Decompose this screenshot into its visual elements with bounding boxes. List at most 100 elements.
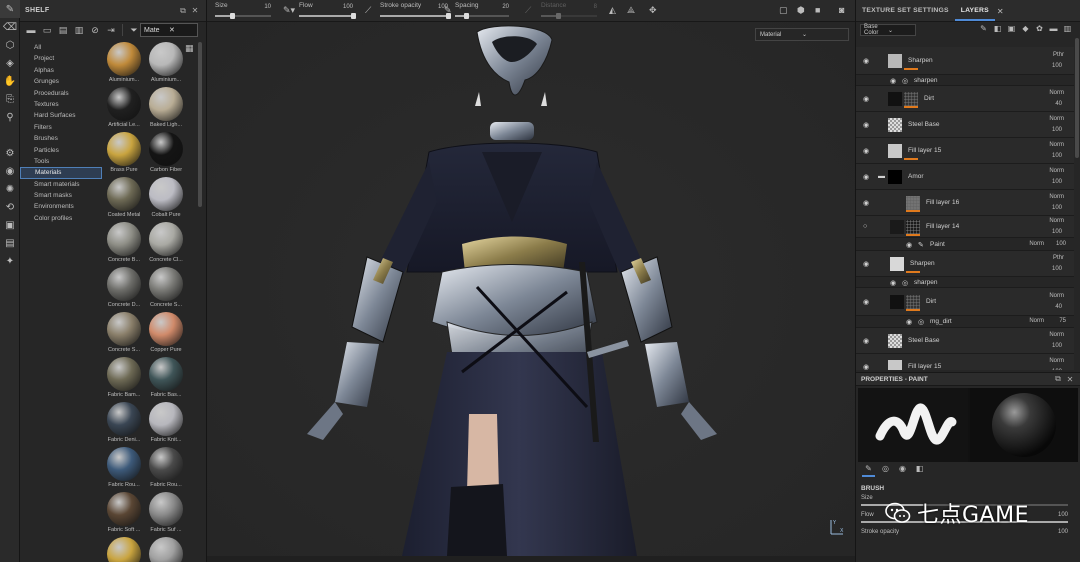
material-thumbnail[interactable]: Concrete D...: [104, 267, 144, 312]
layer-row[interactable]: ◉ Fill layer 15 Norm 100: [856, 138, 1074, 164]
visibility-eye-icon[interactable]: ◉: [863, 337, 869, 345]
category-particles[interactable]: Particles: [20, 145, 102, 156]
layer-row[interactable]: ○ Fill layer 14 Norm 100: [856, 216, 1074, 238]
brush-tab-icon[interactable]: ✎: [862, 464, 875, 477]
layer-name[interactable]: Amor: [908, 173, 924, 180]
category-textures[interactable]: Textures: [20, 99, 102, 110]
clone-tool-icon[interactable]: ⎘: [0, 90, 20, 108]
visibility-eye-icon[interactable]: ◉: [863, 147, 869, 155]
material-thumbnail[interactable]: Brass Pure: [104, 132, 144, 177]
smudge-tool-icon[interactable]: ✋: [0, 72, 20, 90]
layer-effect-row[interactable]: ◉ ✎ Paint Norm 100: [856, 238, 1074, 251]
geometry-mask-tool-icon[interactable]: ◈: [0, 54, 20, 72]
blend-mode[interactable]: Norm: [1049, 168, 1064, 174]
material-thumbnail[interactable]: Coated Metal: [104, 177, 144, 222]
clear-filter-icon[interactable]: ✕: [169, 26, 194, 34]
layer-row[interactable]: ◉ Fill layer 15 Norm 100: [856, 354, 1074, 370]
material-thumbnail[interactable]: Concrete S...: [146, 267, 186, 312]
add-layer-icon[interactable]: ▣: [1006, 24, 1017, 33]
alpha-tab-icon[interactable]: ◎: [879, 464, 892, 477]
material-thumbnail[interactable]: Baked Ligh...: [146, 87, 186, 132]
layer-opacity[interactable]: 100: [1052, 266, 1062, 272]
flow-slider[interactable]: Flow 100: [299, 1, 356, 21]
effect-name[interactable]: sharpen: [914, 77, 938, 84]
blend-mode[interactable]: Norm: [1049, 358, 1064, 364]
layer-opacity[interactable]: 100: [1052, 153, 1062, 159]
layer-opacity[interactable]: 100: [1052, 229, 1062, 235]
export-icon[interactable]: ▤: [0, 234, 20, 252]
layer-opacity[interactable]: 100: [1052, 343, 1062, 349]
filter-icon[interactable]: ⏷: [127, 23, 141, 37]
effect-visibility-icon[interactable]: ◉: [890, 279, 896, 287]
layer-opacity[interactable]: 100: [1052, 63, 1062, 69]
lazy-mouse-icon[interactable]: ✎: [444, 5, 452, 16]
video-icon[interactable]: ■: [815, 5, 820, 15]
log-icon[interactable]: ▣: [0, 216, 20, 234]
material-thumbnail[interactable]: Fabric Rou...: [146, 447, 186, 492]
category-alphas[interactable]: Alphas: [20, 65, 102, 76]
category-environments[interactable]: Environments: [20, 201, 102, 212]
category-smart-materials[interactable]: Smart materials: [20, 179, 102, 190]
layer-name[interactable]: Dirt: [924, 95, 934, 102]
effect-name[interactable]: mg_dirt: [930, 318, 952, 325]
layer-row[interactable]: ◉ Dirt Norm 40: [856, 86, 1074, 112]
pressure-pen-icon[interactable]: ⟋: [365, 5, 371, 16]
material-thumbnail[interactable]: Concrete Cl...: [146, 222, 186, 267]
material-thumbnail[interactable]: Fabric Bam...: [104, 357, 144, 402]
effect-name[interactable]: sharpen: [914, 279, 938, 286]
visibility-eye-icon[interactable]: ◉: [863, 260, 869, 268]
material-thumbnail[interactable]: Fabric Knit...: [146, 402, 186, 447]
layer-name[interactable]: Sharpen: [910, 260, 935, 267]
visibility-eye-icon[interactable]: ◉: [863, 298, 869, 306]
blend-mode[interactable]: Norm: [1049, 90, 1064, 96]
material-thumbnail[interactable]: Fabric Soft ...: [104, 492, 144, 537]
layer-mask-thumbnail[interactable]: [906, 295, 920, 309]
layer-row[interactable]: ◉ ▬ Amor Norm 100: [856, 164, 1074, 190]
layer-mask-thumbnail[interactable]: [906, 196, 920, 210]
post-process-icon[interactable]: ✺: [0, 180, 20, 198]
material-thumbnail[interactable]: Copper Pure: [146, 312, 186, 357]
layer-name[interactable]: Fill layer 16: [926, 199, 959, 206]
visibility-eye-icon[interactable]: ◉: [863, 57, 869, 65]
blend-mode[interactable]: Pthr: [1053, 255, 1064, 261]
effect-opacity[interactable]: 100: [1056, 241, 1066, 247]
category-project[interactable]: Project: [20, 53, 102, 64]
layers-scrollbar[interactable]: [1075, 38, 1079, 158]
stencil-tab-icon[interactable]: ◉: [896, 464, 909, 477]
effect-visibility-icon[interactable]: ◉: [906, 318, 912, 326]
delete-layer-icon[interactable]: ▥: [1062, 24, 1073, 33]
category-grunges[interactable]: Grunges: [20, 76, 102, 87]
lazy-mouse-toggle-icon[interactable]: ⟋: [525, 5, 531, 16]
layer-mask-thumbnail[interactable]: [904, 92, 918, 106]
category-filters[interactable]: Filters: [20, 122, 102, 133]
category-materials[interactable]: Materials: [20, 167, 102, 179]
hide-icon[interactable]: ⊘: [88, 23, 102, 37]
layer-name[interactable]: Sharpen: [908, 57, 933, 64]
material-thumbnail[interactable]: Fabric Rou...: [104, 447, 144, 492]
trash-icon[interactable]: ▥: [72, 23, 86, 37]
material-thumbnail[interactable]: Cobalt Pure: [146, 177, 186, 222]
category-smart-masks[interactable]: Smart masks: [20, 190, 102, 201]
blend-mode[interactable]: Norm: [1049, 194, 1064, 200]
layer-channel-dropdown[interactable]: Base Color ⌄: [860, 24, 916, 36]
filter-chip[interactable]: Mate ✕: [140, 23, 198, 37]
effect-blend-mode[interactable]: Norm: [1029, 318, 1044, 324]
layer-row[interactable]: ◉ Sharpen Pthr 100: [856, 251, 1074, 277]
effect-opacity[interactable]: 75: [1059, 318, 1066, 324]
category-procedurals[interactable]: Procedurals: [20, 88, 102, 99]
layer-name[interactable]: Dirt: [926, 298, 936, 305]
fill-layer-icon[interactable]: ◆: [1020, 24, 1031, 33]
layer-opacity[interactable]: 100: [1052, 179, 1062, 185]
layer-row[interactable]: ◉ Steel Base Norm 100: [856, 112, 1074, 138]
blend-mode[interactable]: Norm: [1049, 142, 1064, 148]
new-folder-icon[interactable]: ▭: [40, 23, 54, 37]
layer-opacity[interactable]: 100: [1052, 205, 1062, 211]
material-tab-icon[interactable]: ◧: [913, 464, 926, 477]
blend-mode[interactable]: Norm: [1049, 116, 1064, 122]
material-thumbnail[interactable]: Fabric Suf ...: [146, 492, 186, 537]
paint-layer-icon[interactable]: ✿: [1034, 24, 1045, 33]
material-thumbnail[interactable]: Aluminium...: [146, 42, 186, 87]
distance-slider[interactable]: Distance 8: [541, 1, 597, 21]
display-settings-icon[interactable]: ⚙: [0, 144, 20, 162]
pressure-pen-icon[interactable]: ✎▾: [283, 5, 295, 16]
